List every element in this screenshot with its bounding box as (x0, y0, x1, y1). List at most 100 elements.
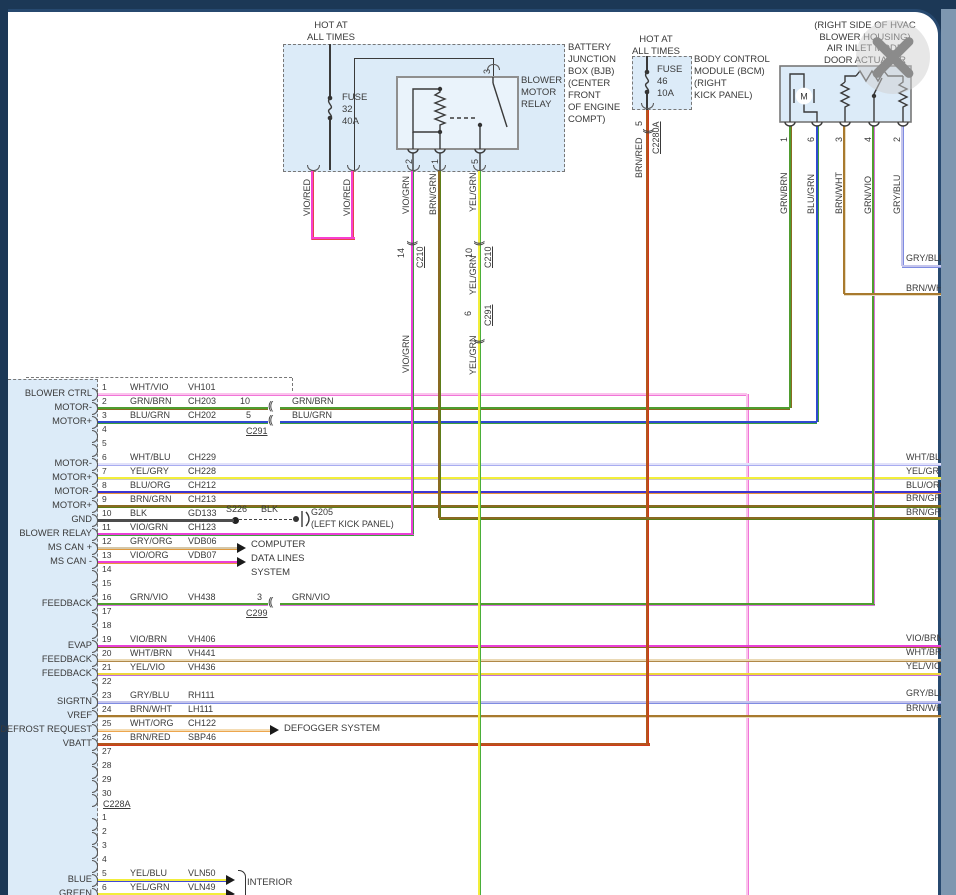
rotated-wire-label: VIO/RED (342, 178, 352, 216)
rotated-wire-label: VIO/GRN (401, 175, 411, 214)
circuit-label: CH229 (188, 452, 217, 462)
circuit-label: CH228 (188, 466, 217, 476)
fuse-word: FUSE (657, 64, 683, 75)
offpage-arrow (237, 543, 246, 553)
wire-vio-org (97, 561, 237, 564)
pin-function-label: MOTOR- (54, 402, 92, 412)
pin-number: 29 (102, 774, 112, 784)
wire-color-label: BLK (130, 508, 148, 518)
rotated-wire-label: VIO/RED (302, 178, 312, 216)
wire-brn-grn (438, 170, 441, 518)
rotated-wire-label: C2280A (651, 121, 661, 154)
rotated-wire-label: 2 (892, 136, 902, 142)
wire-color-label: BRN/GRN (130, 494, 172, 504)
wire-gry-blu (97, 701, 948, 704)
right-exit-label: YEL/GRY (906, 466, 945, 476)
pin-number: 2 (102, 396, 107, 406)
circuit-label: VH438 (188, 592, 216, 602)
bjb-line: BOX (BJB) (568, 66, 615, 77)
rotated-wire-label: 5 (470, 158, 480, 164)
wire-color-label: WHT/VIO (130, 382, 169, 392)
wire-color-label: YEL/GRY (130, 466, 169, 476)
right-side-band (941, 9, 956, 895)
pin-function-label: MOTOR+ (52, 472, 92, 482)
bcm-line: (RIGHT (694, 78, 727, 89)
fuse-amps: 40A (342, 116, 359, 127)
circuit-label: CH212 (188, 480, 217, 490)
pin-function-label: DEFROST REQUEST (0, 724, 92, 734)
pin-function-label: FEEDBACK (41, 598, 92, 608)
pin-number: 24 (102, 704, 112, 714)
pin-number: 15 (102, 578, 112, 588)
bjb-label: BATTERY JUNCTION BOX (BJB) (CENTER FRONT… (568, 42, 620, 126)
wire-brn-grn (439, 517, 948, 520)
inline-connector-arcs: (( (268, 400, 274, 412)
right-exit-label: VIO/BRN (906, 633, 944, 643)
computer-data-lines-note: DATA LINES (251, 553, 305, 564)
pin-function-label: MOTOR- (54, 458, 92, 468)
circuit-label: LH111 (188, 704, 214, 714)
right-exit-label: GRY/BLU (906, 253, 946, 263)
pin-function-label: MOTOR- (54, 486, 92, 496)
bcm-line: MODULE (BCM) (694, 66, 765, 77)
wire-color-label: WHT/BRN (130, 648, 172, 658)
wire-blu-grn (816, 126, 819, 422)
wire-wht-org (97, 729, 270, 732)
ground-dashed-wire (239, 519, 292, 520)
wire-color-label: VIO/ORG (130, 550, 169, 560)
rotated-wire-label: VIO/GRN (401, 334, 411, 373)
wire-color-label: YEL/VIO (130, 662, 166, 672)
pin-function-label: MS CAN - (50, 556, 92, 566)
pin-number: 13 (102, 550, 112, 560)
fuse-word: FUSE (342, 92, 368, 103)
hvac-module-box (8, 379, 98, 895)
wire-wht-brn (97, 659, 948, 662)
circuit-label: SBP46 (188, 732, 217, 742)
pin-function-label: FEEDBACK (41, 668, 92, 678)
wiring-diagram: M HOT AT ALL TIMES FUSE 32 40A BATTERY J… (0, 0, 956, 895)
pin-number: 1 (102, 812, 107, 822)
wire-brn-red (646, 110, 649, 744)
pin-number: 22 (102, 676, 112, 686)
pin-function-label: SIGRTN (57, 696, 92, 706)
pin-number: 4 (102, 424, 107, 434)
circuit-label: GD133 (188, 508, 217, 518)
pin-number: 6 (102, 452, 107, 462)
close-button[interactable] (856, 20, 930, 94)
right-exit-label: GRY/BLU (906, 688, 946, 698)
splice-label: S226 (226, 504, 248, 514)
wire-color-label: WHT/BLU (130, 452, 171, 462)
hot-at-line1: HOT AT (314, 20, 348, 31)
pin-number: 19 (102, 634, 112, 644)
wire-brn-red (97, 743, 650, 746)
wire-color-label: YEL/BLU (130, 868, 168, 878)
wire-blu-org (97, 491, 948, 494)
diagram-viewer: M HOT AT ALL TIMES FUSE 32 40A BATTERY J… (0, 0, 956, 895)
pin-number: 3 (102, 840, 107, 850)
ground-location-label: (LEFT KICK PANEL) (311, 519, 394, 529)
wire-color-label: YEL/GRN (130, 882, 170, 892)
rotated-wire-label: 1 (779, 136, 789, 142)
hot-at-line1: HOT AT (639, 34, 673, 45)
wire-brn-grn (97, 505, 948, 508)
motor-letter: M (800, 92, 808, 102)
pin-function-label: MOTOR+ (52, 416, 92, 426)
wire-color-label: BRN/RED (130, 732, 171, 742)
offpage-arrow (237, 557, 246, 567)
schematic-line (354, 57, 493, 59)
pin-number: 30 (102, 788, 112, 798)
rotated-wire-label: BRN/GRN (428, 173, 438, 215)
circuit-label: VH436 (188, 662, 216, 672)
pin-number: 3 (102, 410, 107, 420)
wire-yel-grn (478, 170, 481, 895)
rotated-wire-label: GRY/BLU (892, 174, 902, 214)
wire-color-label: WHT/ORG (130, 718, 174, 728)
wire-color-label: BLK (261, 504, 279, 514)
fuse-number: 46 (657, 76, 668, 87)
fuse-46-symbol (644, 69, 650, 95)
pin-function-label: VBATT (62, 738, 92, 748)
circuit-label: VH101 (188, 382, 216, 392)
hot-at-all-times-left: HOT AT ALL TIMES (300, 20, 362, 44)
blower-motor-relay-label: BLOWER MOTOR RELAY (521, 75, 562, 111)
pin-number: 23 (102, 690, 112, 700)
